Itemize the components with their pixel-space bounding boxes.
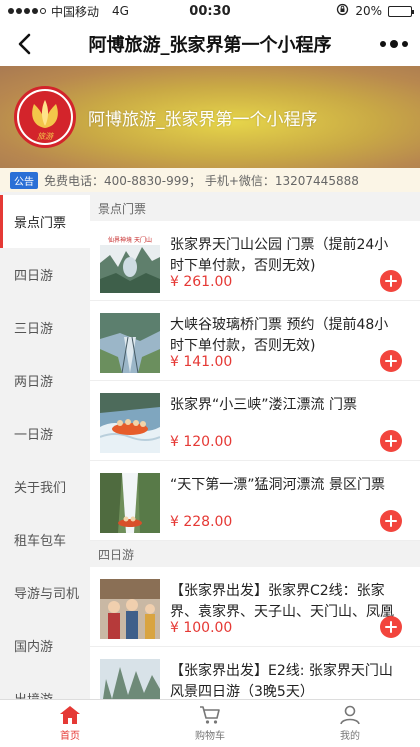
product-item[interactable]: “天下第一漂”猛洞河漂流 景区门票 ¥ 228.00 <box>90 461 420 541</box>
battery-icon <box>388 5 414 17</box>
sidebar-item-label: 三日游 <box>14 322 54 337</box>
product-price: ¥ 228.00 <box>170 514 233 530</box>
network-label: 4G <box>112 4 129 18</box>
sidebar-item-label: 国内游 <box>14 640 54 655</box>
product-item[interactable]: 仙界神境 天门山 张家界天门山公园 门票（提前24小时下单付款，否则无效) ¥ … <box>90 221 420 301</box>
sidebar-item-two-day[interactable]: 两日游 <box>0 354 90 407</box>
sidebar-item-domestic[interactable]: 国内游 <box>0 619 90 672</box>
sidebar-item-one-day[interactable]: 一日游 <box>0 407 90 460</box>
product-item[interactable]: 张家界“小三峡”溇江漂流 门票 ¥ 120.00 <box>90 381 420 461</box>
user-icon <box>340 705 360 725</box>
more-dot-icon <box>390 40 398 48</box>
sidebar-item-label: 租车包车 <box>14 534 67 549</box>
product-price: ¥ 141.00 <box>170 354 233 370</box>
add-to-cart-button[interactable] <box>380 510 402 532</box>
sidebar-item-outbound[interactable]: 出境游 <box>0 672 90 699</box>
notice-text: 免费电话：400-8830-999； 手机+微信：13207445888 <box>44 173 359 188</box>
sidebar-item-three-day[interactable]: 三日游 <box>0 301 90 354</box>
notice-tag: 公告 <box>10 171 38 189</box>
chevron-left-icon <box>18 33 31 55</box>
product-price: ¥ 100.00 <box>170 620 233 636</box>
add-to-cart-button[interactable] <box>380 616 402 638</box>
tab-profile[interactable]: 我的 <box>280 700 420 747</box>
sidebar-item-guides[interactable]: 导游与司机 <box>0 566 90 619</box>
product-price: ¥ 120.00 <box>170 434 233 450</box>
sidebar-item-tickets[interactable]: 景点门票 <box>0 195 90 248</box>
app-page: 中国移动 4G 00:30 20% 阿博旅游_张家界第一个小程序 旅游 阿博旅游… <box>0 0 420 747</box>
more-dot-icon <box>380 41 386 47</box>
product-item[interactable]: 【张家界出发】E2线: 张家界天门山风景四日游（3晚5天） <box>90 647 420 699</box>
product-item[interactable]: 【张家界出发】张家界C2线：张家界、袁家界、天子山、天门山、凤凰 ¥ 100.0… <box>90 567 420 647</box>
banner: 旅游 阿博旅游_张家界第一个小程序 <box>0 66 420 168</box>
sidebar-item-label: 四日游 <box>14 269 54 284</box>
sidebar-item-label: 两日游 <box>14 375 54 390</box>
tab-label: 首页 <box>60 731 80 742</box>
plus-icon <box>385 275 397 287</box>
logo-text: 旅游 <box>37 132 55 141</box>
plus-icon <box>385 355 397 367</box>
orientation-lock-icon <box>336 3 349 19</box>
product-thumbnail <box>100 313 160 373</box>
status-bar: 中国移动 4G 00:30 20% <box>0 0 420 22</box>
section-header: 景点门票 <box>90 195 420 221</box>
brand-logo: 旅游 <box>14 86 76 148</box>
product-title: 【张家界出发】张家界C2线：张家界、袁家界、天子山、天门山、凤凰 <box>170 583 394 620</box>
tab-label: 我的 <box>340 731 360 742</box>
more-dot-icon <box>402 41 408 47</box>
plus-icon <box>385 435 397 447</box>
notice-bar: 公告 免费电话：400-8830-999； 手机+微信：13207445888 <box>0 168 420 192</box>
signal-icon <box>8 8 46 14</box>
sidebar-item-car-rental[interactable]: 租车包车 <box>0 513 90 566</box>
section-header: 四日游 <box>90 541 420 567</box>
tab-label: 购物车 <box>195 731 225 742</box>
more-menu-button[interactable] <box>380 34 408 54</box>
tab-bar: 首页 购物车 我的 <box>0 699 420 747</box>
sidebar-item-four-day[interactable]: 四日游 <box>0 248 90 301</box>
product-thumbnail: 仙界神境 天门山 <box>100 233 160 293</box>
sidebar-item-label: 一日游 <box>14 428 54 443</box>
product-thumbnail <box>100 579 160 639</box>
product-title: 大峡谷玻璃桥门票 预约（提前48小时下单付款，否则无效) <box>170 317 389 354</box>
product-item[interactable]: 大峡谷玻璃桥门票 预约（提前48小时下单付款，否则无效) ¥ 141.00 <box>90 301 420 381</box>
sidebar-item-label: 出境游 <box>14 689 53 699</box>
product-thumbnail <box>100 473 160 533</box>
thumbnail-caption: 仙界神境 天门山 <box>108 236 152 244</box>
product-thumbnail <box>100 393 160 453</box>
nav-bar: 阿博旅游_张家界第一个小程序 <box>0 22 420 66</box>
banner-title: 阿博旅游_张家界第一个小程序 <box>88 109 318 130</box>
add-to-cart-button[interactable] <box>380 430 402 452</box>
sidebar-item-label: 景点门票 <box>14 216 67 231</box>
sidebar-item-about[interactable]: 关于我们 <box>0 460 90 513</box>
product-price: ¥ 261.00 <box>170 274 233 290</box>
tab-cart[interactable]: 购物车 <box>140 700 280 747</box>
page-title: 阿博旅游_张家界第一个小程序 <box>88 35 332 56</box>
category-sidebar: 景点门票 四日游 三日游 两日游 一日游 关于我们 租车包车 导游与司机 国内游… <box>0 195 90 699</box>
home-icon <box>60 706 80 724</box>
product-title: 张家界“小三峡”溇江漂流 门票 <box>170 397 357 413</box>
product-title: “天下第一漂”猛洞河漂流 景区门票 <box>170 477 385 493</box>
status-right: 20% <box>336 3 414 19</box>
product-thumbnail <box>100 659 160 699</box>
plus-icon <box>385 515 397 527</box>
add-to-cart-button[interactable] <box>380 270 402 292</box>
status-left: 中国移动 4G <box>8 3 129 20</box>
cart-icon <box>200 706 220 724</box>
back-button[interactable] <box>10 30 38 58</box>
sidebar-item-label: 关于我们 <box>14 481 67 496</box>
plus-icon <box>385 621 397 633</box>
product-title: 【张家界出发】E2线: 张家界天门山风景四日游（3晚5天） <box>170 663 393 699</box>
add-to-cart-button[interactable] <box>380 350 402 372</box>
battery-label: 20% <box>355 4 382 18</box>
tab-home[interactable]: 首页 <box>0 700 140 747</box>
product-title: 张家界天门山公园 门票（提前24小时下单付款，否则无效) <box>170 237 389 274</box>
sidebar-item-label: 导游与司机 <box>14 587 80 602</box>
product-list: 景点门票 仙界神境 天门山 张家界天门山公园 门票（提前24小时下单付款，否则无… <box>90 195 420 699</box>
carrier-label: 中国移动 <box>51 4 100 19</box>
